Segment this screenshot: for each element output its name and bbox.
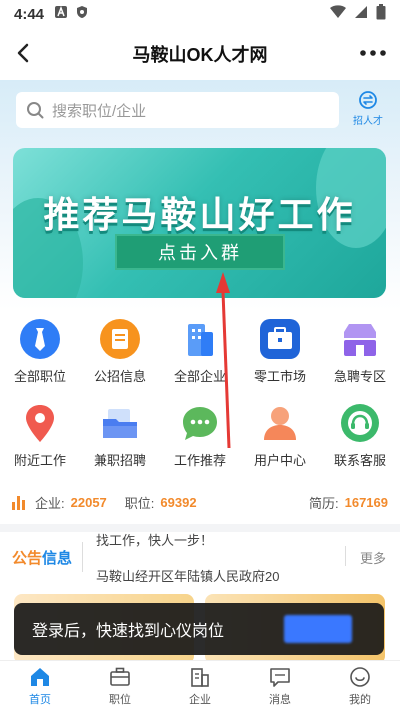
page-title: 马鞍山OK人才网 bbox=[132, 45, 268, 65]
grid-item-job-recommend[interactable]: 工作推荐 bbox=[160, 402, 240, 474]
login-button[interactable] bbox=[284, 615, 352, 643]
tab-label: 职位 bbox=[109, 694, 131, 706]
login-prompt-toast: 登录后，快速找到心仪岗位 bbox=[14, 603, 384, 655]
document-icon bbox=[99, 318, 141, 360]
grid-item-user-center[interactable]: 用户中心 bbox=[240, 402, 320, 474]
folder-icon bbox=[99, 402, 141, 444]
search-placeholder: 搜索职位/企业 bbox=[52, 102, 147, 120]
notice-separator bbox=[345, 546, 346, 566]
grid-label: 工作推荐 bbox=[173, 453, 226, 468]
grid-label: 全部企业 bbox=[173, 369, 226, 384]
tab-profile[interactable]: 我的 bbox=[320, 661, 400, 711]
location-pin-icon bbox=[19, 402, 61, 444]
tab-messages[interactable]: 消息 bbox=[240, 661, 320, 711]
smiley-icon bbox=[350, 667, 370, 687]
stat-label: 职位: bbox=[124, 495, 155, 511]
notice-separator bbox=[82, 542, 83, 572]
grid-item-public-recruitment[interactable]: 公招信息 bbox=[80, 318, 160, 390]
grid-label: 附近工作 bbox=[13, 453, 66, 468]
grid-item-part-time[interactable]: 兼职招聘 bbox=[80, 402, 160, 474]
join-group-button[interactable]: 点击入群 bbox=[115, 234, 285, 270]
stat-label: 企业: bbox=[35, 495, 65, 511]
notice-ticker[interactable]: 公告信息 找工作，快人一步！ 马鞍山经开区年陆镇人民政府20 更多 bbox=[0, 532, 400, 582]
search-icon bbox=[27, 102, 44, 119]
grid-label: 零工市场 bbox=[253, 369, 306, 384]
more-dots-icon bbox=[360, 50, 386, 56]
grid-item-nearby-jobs[interactable]: 附近工作 bbox=[0, 402, 80, 474]
building-icon bbox=[179, 318, 221, 360]
notice-tag-part: 信息 bbox=[42, 550, 73, 567]
tab-home[interactable]: 首页 bbox=[0, 661, 80, 711]
recruit-talent-button[interactable]: 招人才 bbox=[350, 90, 386, 130]
notice-tag: 公告信息 bbox=[12, 547, 72, 568]
stat-companies: 企业: 22057 bbox=[35, 493, 107, 512]
user-icon bbox=[259, 402, 301, 444]
chat-bubble-icon bbox=[179, 402, 221, 444]
toast-text: 登录后，快速找到心仪岗位 bbox=[32, 623, 225, 640]
tab-label: 企业 bbox=[189, 694, 211, 706]
notification-a-icon bbox=[54, 5, 68, 23]
recruit-label: 招人才 bbox=[353, 116, 383, 127]
tab-label: 消息 bbox=[269, 694, 291, 706]
stat-resumes: 简历: 167169 bbox=[309, 493, 388, 512]
signal-icon bbox=[354, 5, 368, 23]
battery-icon bbox=[376, 4, 386, 24]
tab-companies[interactable]: 企业 bbox=[160, 661, 240, 711]
recruit-icon bbox=[359, 91, 377, 109]
stat-value: 69392 bbox=[160, 494, 197, 510]
grid-item-all-companies[interactable]: 全部企业 bbox=[160, 318, 240, 390]
briefcase-icon bbox=[110, 667, 130, 686]
nav-bar: 马鞍山OK人才网 bbox=[0, 28, 400, 80]
grid-label: 联系客服 bbox=[333, 453, 386, 468]
home-icon bbox=[31, 668, 49, 686]
notice-more-link[interactable]: 更多 bbox=[360, 548, 386, 567]
bottom-tab-bar: 首页 职位 企业 消息 我的 bbox=[0, 660, 400, 711]
back-button[interactable] bbox=[8, 38, 38, 68]
grid-item-gig-market[interactable]: 零工市场 bbox=[240, 318, 320, 390]
store-icon bbox=[339, 318, 381, 360]
customer-service-icon bbox=[339, 402, 381, 444]
grid-label: 急聘专区 bbox=[333, 369, 386, 384]
message-icon bbox=[270, 668, 290, 687]
search-row: 搜索职位/企业 招人才 bbox=[16, 90, 386, 130]
notice-item[interactable]: 马鞍山经开区年陆镇人民政府20 bbox=[96, 566, 279, 582]
banner-headline: 推荐马鞍山好工作 bbox=[43, 194, 356, 235]
stat-label: 简历: bbox=[308, 495, 339, 511]
tie-icon bbox=[19, 318, 61, 360]
notice-tag-part: 公告 bbox=[12, 550, 43, 567]
building-icon bbox=[191, 668, 209, 687]
platform-stats: 企业: 22057 职位: 69392 简历: 167169 bbox=[0, 482, 400, 522]
search-input[interactable]: 搜索职位/企业 bbox=[16, 92, 339, 128]
section-divider bbox=[0, 524, 400, 532]
status-time: 4:44 bbox=[14, 5, 45, 23]
status-bar: 4:44 bbox=[0, 0, 400, 28]
stat-value: 167169 bbox=[344, 494, 388, 510]
promo-banner[interactable]: 推荐马鞍山好工作 点击入群 bbox=[13, 148, 386, 298]
grid-item-urgent-hiring[interactable]: 急聘专区 bbox=[320, 318, 400, 390]
grid-item-customer-service[interactable]: 联系客服 bbox=[320, 402, 400, 474]
stat-jobs: 职位: 69392 bbox=[125, 493, 197, 512]
stats-bar-icon bbox=[12, 494, 25, 510]
function-grid: 全部职位 公招信息 全部企业 零工市场 急聘专区 附近工作 兼职招聘 工作推荐 … bbox=[0, 318, 400, 473]
tab-label: 我的 bbox=[349, 694, 371, 706]
more-options-button[interactable] bbox=[358, 38, 388, 68]
grid-label: 公招信息 bbox=[93, 369, 146, 384]
grid-label: 兼职招聘 bbox=[93, 453, 146, 468]
shield-status-icon bbox=[75, 5, 89, 23]
notice-item[interactable]: 找工作，快人一步！ bbox=[96, 532, 213, 549]
grid-label: 全部职位 bbox=[13, 369, 66, 384]
grid-item-all-jobs[interactable]: 全部职位 bbox=[0, 318, 80, 390]
wifi-icon bbox=[330, 5, 346, 23]
briefcase-icon bbox=[259, 318, 301, 360]
tab-label: 首页 bbox=[29, 694, 51, 706]
chevron-left-icon bbox=[17, 43, 29, 63]
tab-jobs[interactable]: 职位 bbox=[80, 661, 160, 711]
stat-value: 22057 bbox=[70, 494, 107, 510]
grid-label: 用户中心 bbox=[253, 453, 306, 468]
